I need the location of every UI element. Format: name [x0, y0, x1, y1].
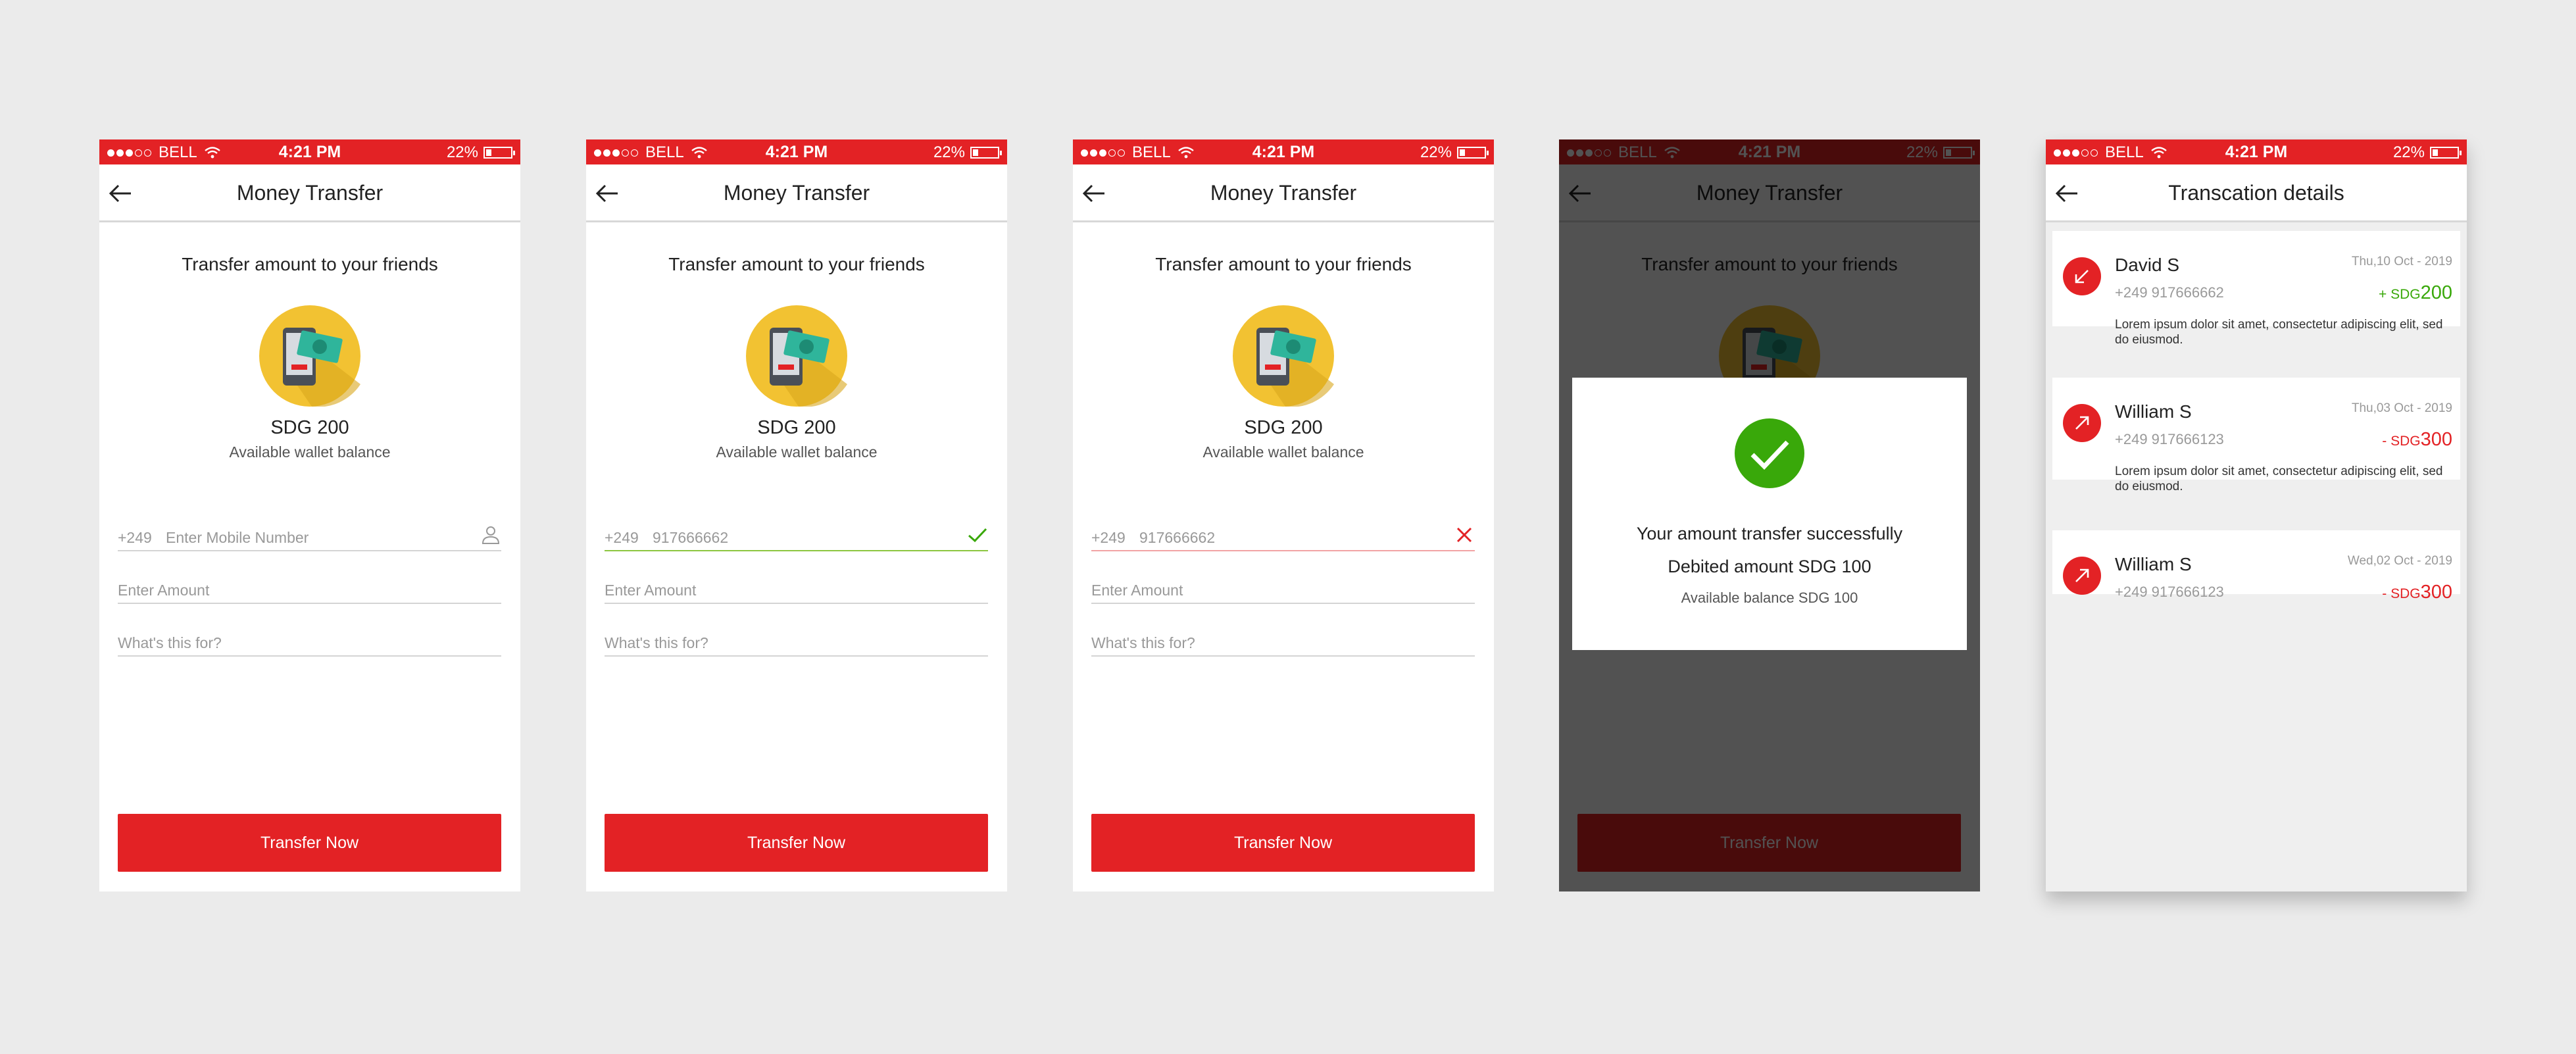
wallet-balance: SDG 200: [1244, 417, 1323, 438]
success-check-icon: [1735, 418, 1804, 488]
transfer-subtitle: Transfer amount to your friends: [1155, 254, 1412, 274]
transfer-now-button[interactable]: Transfer Now: [1091, 814, 1475, 872]
transaction-card[interactable]: David S +249 917666662 Thu,10 Oct - 2019…: [2052, 231, 2460, 347]
mobile-number-placeholder: Enter Mobile Number: [166, 529, 309, 546]
page-title: Transcation details: [2168, 181, 2344, 205]
app-header: Money Transfer: [1073, 164, 1494, 222]
transaction-date: Thu,10 Oct - 2019: [2351, 255, 2452, 268]
purpose-field[interactable]: What's this for?: [118, 620, 501, 657]
transfer-subtitle: Transfer amount to your friends: [182, 254, 438, 274]
transaction-name: David S: [2115, 255, 2180, 275]
success-dialog: Your amount transfer successfully Debite…: [1572, 378, 1967, 650]
debited-amount: Debited amount SDG 100: [1668, 557, 1871, 576]
battery-percent: 22%: [933, 143, 965, 161]
purpose-placeholder: What's this for?: [1091, 634, 1195, 651]
screen-transfer-valid: BELL 4:21 PM 22% Money Transfer Transfer…: [586, 139, 1007, 891]
battery-icon: [2430, 147, 2462, 159]
mobile-number-field[interactable]: +249 917666662: [605, 514, 988, 551]
country-code: +249: [605, 529, 639, 546]
mobile-number-value: 917666662: [653, 529, 729, 546]
screen-transfer-empty: BELL 4:21 PM 22% Money Transfer Transfer…: [99, 139, 520, 891]
purpose-field[interactable]: What's this for?: [1091, 620, 1475, 657]
transaction-description: Lorem ipsum dolor sit amet, consectetur …: [2115, 464, 2443, 493]
transaction-name: William S: [2115, 401, 2192, 422]
amount-field[interactable]: Enter Amount: [605, 567, 988, 604]
transfer-now-button[interactable]: Transfer Now: [605, 814, 988, 872]
amount-field[interactable]: Enter Amount: [1091, 567, 1475, 604]
status-bar: BELL 4:21 PM 22%: [586, 139, 1007, 164]
contact-icon[interactable]: [480, 524, 501, 545]
screen-transaction-details: BELL 4:21 PM 22% Transcation details Dav…: [2046, 139, 2467, 891]
wallet-balance-label: Available wallet balance: [716, 443, 878, 461]
mobile-number-field[interactable]: +249 Enter Mobile Number: [118, 514, 501, 551]
battery-icon: [970, 147, 1002, 159]
amount-placeholder: Enter Amount: [1091, 582, 1183, 599]
page-title: Money Transfer: [236, 181, 384, 205]
transaction-phone: +249 917666123: [2115, 431, 2224, 447]
transaction-name: William S: [2115, 554, 2192, 574]
purpose-placeholder: What's this for?: [118, 634, 222, 651]
country-code: +249: [1091, 529, 1126, 546]
transaction-amount: - SDG300: [2382, 429, 2452, 450]
transaction-description: Lorem ipsum dolor sit amet, consectetur …: [2115, 318, 2443, 347]
status-bar: BELL 4:21 PM 22%: [2046, 139, 2467, 164]
transfer-now-button[interactable]: Transfer Now: [118, 814, 501, 872]
battery-percent: 22%: [446, 143, 478, 161]
status-bar: BELL 4:21 PM 22%: [1073, 139, 1494, 164]
battery-percent: 22%: [2392, 143, 2425, 161]
transaction-date: Thu,03 Oct - 2019: [2351, 401, 2452, 415]
page-title: Money Transfer: [723, 181, 870, 205]
page-title: Money Transfer: [1210, 181, 1357, 205]
transaction-card[interactable]: William S +249 917666123 Thu,03 Oct - 20…: [2052, 378, 2460, 493]
wallet-phone-cash-icon: [1233, 305, 1334, 407]
country-code: +249: [118, 529, 152, 546]
outgoing-arrow-icon: [2063, 404, 2101, 442]
transaction-amount: - SDG300: [2382, 582, 2452, 603]
app-header: Money Transfer: [586, 164, 1007, 222]
success-message: Your amount transfer successfully: [1636, 524, 1903, 543]
wallet-balance-label: Available wallet balance: [229, 443, 391, 461]
screen-transfer-success: BELL 4:21 PM 22% Money Transfer Transfer…: [1559, 139, 1980, 891]
purpose-field[interactable]: What's this for?: [605, 620, 988, 657]
amount-field[interactable]: Enter Amount: [118, 567, 501, 604]
amount-placeholder: Enter Amount: [605, 582, 697, 599]
wallet-balance: SDG 200: [757, 417, 836, 438]
transaction-amount: + SDG200: [2379, 282, 2452, 303]
transaction-date: Wed,02 Oct - 2019: [2347, 554, 2452, 568]
status-bar: BELL 4:21 PM 22%: [99, 139, 520, 164]
transfer-subtitle: Transfer amount to your friends: [668, 254, 925, 274]
wallet-balance: SDG 200: [270, 417, 349, 438]
app-header: Money Transfer: [99, 164, 520, 222]
wallet-balance-label: Available wallet balance: [1202, 443, 1364, 461]
purpose-placeholder: What's this for?: [605, 634, 708, 651]
mobile-number-value: 917666662: [1139, 529, 1216, 546]
screen-transfer-invalid: BELL 4:21 PM 22% Money Transfer Transfer…: [1073, 139, 1494, 891]
battery-percent: 22%: [1420, 143, 1452, 161]
transaction-phone: +249 917666662: [2115, 284, 2224, 301]
checkmark-icon: [968, 528, 987, 543]
mobile-number-field[interactable]: +249 917666662: [1091, 514, 1475, 551]
cross-icon[interactable]: [1454, 524, 1475, 545]
incoming-arrow-icon: [2063, 257, 2101, 295]
available-balance: Available balance SDG 100: [1681, 590, 1858, 606]
amount-placeholder: Enter Amount: [118, 582, 210, 599]
transaction-phone: +249 917666123: [2115, 584, 2224, 600]
battery-icon: [1457, 147, 1489, 159]
wallet-phone-cash-icon: [746, 305, 847, 407]
wallet-phone-cash-icon: [259, 305, 360, 407]
outgoing-arrow-icon: [2063, 557, 2101, 595]
battery-icon: [483, 147, 515, 159]
transaction-card[interactable]: William S +249 917666123 Wed,02 Oct - 20…: [2052, 530, 2460, 603]
app-header: Transcation details: [2046, 164, 2467, 222]
